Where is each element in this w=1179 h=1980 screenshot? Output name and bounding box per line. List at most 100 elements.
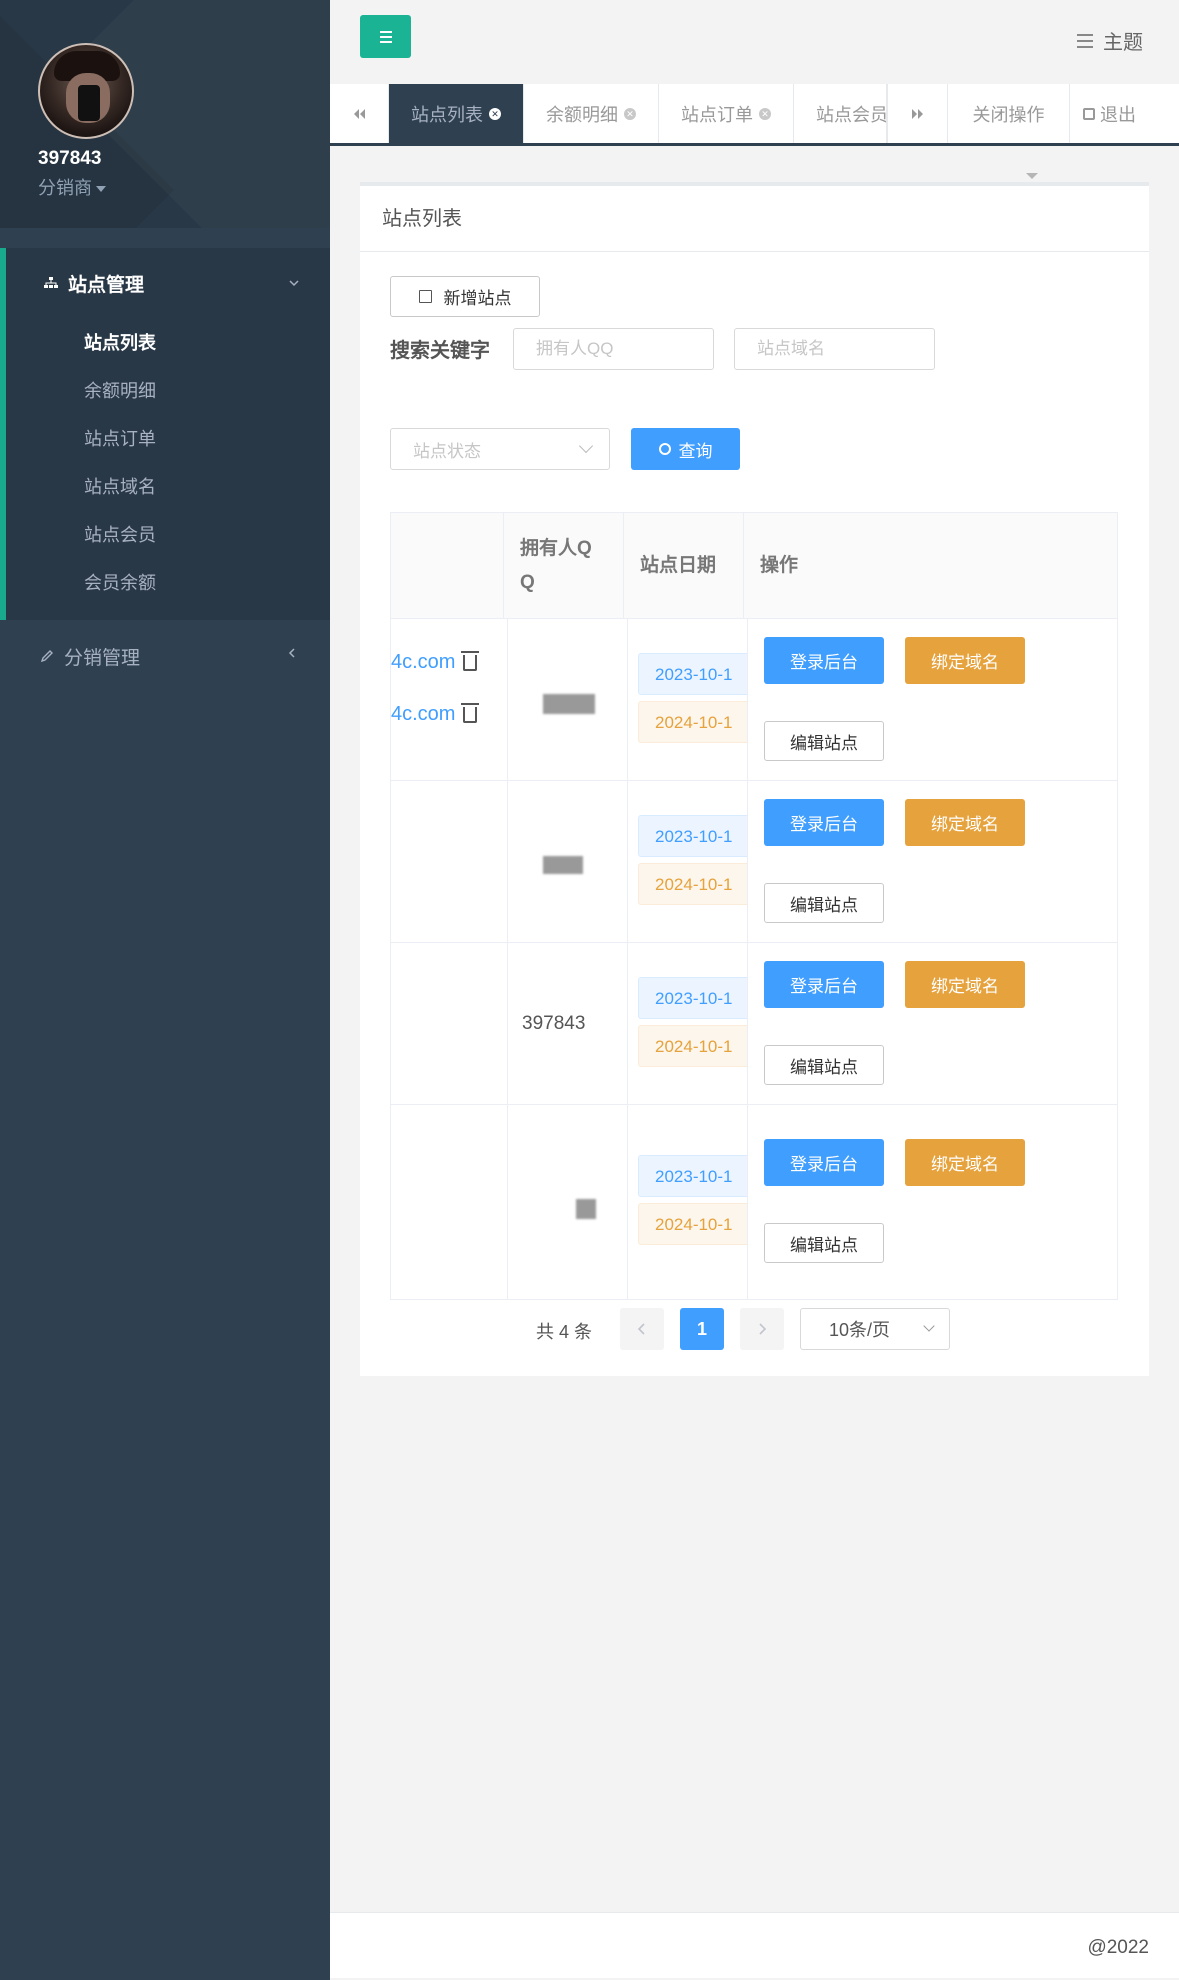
page-1-button[interactable]: 1 (680, 1308, 724, 1350)
close-icon[interactable]: ✕ (624, 107, 636, 120)
double-chevron-left-icon (354, 108, 365, 119)
tab-label: 站点订单 (681, 104, 753, 125)
tab-site-orders[interactable]: 站点订单 ✕ (659, 84, 794, 143)
owner-qq-input[interactable] (513, 328, 714, 370)
close-operations-button[interactable]: 关闭操作 (947, 84, 1069, 143)
domain-cell (391, 1105, 508, 1299)
date-start-tag: 2023-10-1 (638, 977, 747, 1019)
logout-icon (1083, 107, 1095, 120)
login-backend-button[interactable]: 登录后台 (764, 961, 884, 1008)
sidebar-item-site-members[interactable]: 站点会员 (6, 510, 330, 558)
table-header-cell (391, 513, 504, 619)
tab-label: 站点会员 (816, 104, 887, 125)
site-domain-input[interactable] (734, 328, 935, 370)
bind-domain-button[interactable]: 绑定域名 (905, 637, 1025, 684)
domain-entry[interactable]: 4c.com (391, 650, 480, 674)
close-icon[interactable]: ✕ (489, 107, 501, 120)
table-header-owner-qq: 拥有人Q Q (504, 513, 624, 619)
tab-site-members[interactable]: 站点会员 (794, 84, 887, 143)
chevron-left-icon (637, 1323, 645, 1335)
query-button[interactable]: 查询 (631, 428, 740, 470)
close-icon[interactable]: ✕ (759, 107, 771, 120)
nav-group-distribution: 分销管理 (0, 620, 330, 692)
login-backend-button[interactable]: 登录后台 (764, 799, 884, 846)
nav-group-label: 站点管理 (68, 274, 145, 296)
bind-domain-button[interactable]: 绑定域名 (905, 799, 1025, 846)
tabs-scroll-right-button[interactable] (887, 84, 947, 143)
domain-entry[interactable]: 4c.com (391, 702, 480, 726)
date-start-tag: 2023-10-1 (638, 653, 747, 695)
bind-domain-button[interactable]: 绑定域名 (905, 1139, 1025, 1186)
table-header: 拥有人Q Q 站点日期 操作 (391, 513, 1117, 619)
edit-site-button[interactable]: 编辑站点 (764, 721, 884, 761)
tab-site-list[interactable]: 站点列表 ✕ (389, 84, 524, 143)
date-end-tag: 2024-10-1 (638, 701, 747, 743)
search-label: 搜索关键字 (390, 340, 490, 362)
avatar[interactable] (38, 43, 134, 139)
sitemap-icon (42, 274, 60, 292)
logout-button[interactable]: 退出 (1069, 84, 1149, 143)
user-role-dropdown[interactable]: 分销商 (38, 174, 106, 200)
chevron-left-icon (288, 646, 302, 660)
sidebar-item-site-list[interactable]: 站点列表 (6, 318, 330, 366)
menu-toggle-button[interactable] (360, 15, 411, 58)
nav-group-site-management: 站点管理 站点列表 余额明细 站点订单 站点域名 站点会员 会员余额 (0, 248, 330, 620)
bind-domain-button[interactable]: 绑定域名 (905, 961, 1025, 1008)
chevron-down-icon (923, 1320, 935, 1332)
nav-group-distribution-header[interactable]: 分销管理 (0, 620, 330, 692)
chevron-right-icon (759, 1323, 767, 1335)
tab-label: 站点列表 (411, 104, 483, 125)
next-page-button[interactable] (740, 1308, 784, 1350)
query-label: 查询 (678, 441, 713, 461)
date-end-tag: 2024-10-1 (638, 863, 747, 905)
sidebar-nav: 站点管理 站点列表 余额明细 站点订单 站点域名 站点会员 会员余额 分销管理 (0, 248, 330, 692)
pencil-icon (38, 647, 56, 665)
date-start-tag: 2023-10-1 (638, 1155, 747, 1197)
owner-qq: 397843 (522, 1013, 586, 1034)
site-status-placeholder: 站点状态 (413, 441, 481, 461)
table-header-site-date: 站点日期 (624, 513, 744, 619)
top-bar: 主题 (330, 0, 1179, 84)
sidebar: 397843 分销商 站点管理 站点列表 余额明细 站点订单 站点域名 站点会员… (0, 0, 330, 1980)
tab-balance-detail[interactable]: 余额明细 ✕ (524, 84, 659, 143)
edit-icon (418, 290, 432, 303)
redacted-owner (543, 856, 583, 874)
tab-label: 余额明细 (546, 104, 618, 125)
date-cell: 2023-10-1 2024-10-1 (628, 943, 748, 1104)
sidebar-item-site-orders[interactable]: 站点订单 (6, 414, 330, 462)
owner-cell (508, 619, 628, 780)
page-size-select[interactable]: 10条/页 (800, 1308, 950, 1350)
owner-cell (508, 1105, 628, 1299)
site-status-select[interactable]: 站点状态 (390, 428, 610, 470)
trash-icon[interactable] (461, 702, 480, 723)
edit-site-button[interactable]: 编辑站点 (764, 1045, 884, 1085)
menu-icon (379, 30, 392, 33)
footer-text: @2022 (1087, 1937, 1149, 1958)
trash-icon[interactable] (461, 650, 480, 671)
tabs-scroll-left-button[interactable] (330, 84, 389, 143)
sidebar-item-site-domains[interactable]: 站点域名 (6, 462, 330, 510)
domain-link[interactable]: 4c.com (391, 651, 455, 674)
date-cell: 2023-10-1 2024-10-1 (628, 781, 748, 942)
domain-link[interactable]: 4c.com (391, 703, 455, 726)
edit-site-button[interactable]: 编辑站点 (764, 1223, 884, 1263)
table-row: 2023-10-1 2024-10-1 登录后台 绑定域名 编辑站点 (391, 1105, 1117, 1299)
date-cell: 2023-10-1 2024-10-1 (628, 619, 748, 780)
theme-button[interactable]: 主题 (1077, 26, 1143, 55)
login-backend-button[interactable]: 登录后台 (764, 1139, 884, 1186)
sidebar-item-member-balance[interactable]: 会员余额 (6, 558, 330, 606)
search-icon (658, 443, 671, 455)
add-site-button[interactable]: 新增站点 (390, 276, 540, 317)
nav-group-site-management-header[interactable]: 站点管理 (6, 248, 330, 318)
prev-page-button[interactable] (620, 1308, 664, 1350)
panel-title: 站点列表 (360, 186, 1149, 252)
table-header-actions: 操作 (760, 555, 799, 576)
sidebar-item-balance-detail[interactable]: 余额明细 (6, 366, 330, 414)
logout-label: 退出 (1100, 104, 1136, 125)
edit-site-button[interactable]: 编辑站点 (764, 883, 884, 923)
pagination: 共 4 条 1 10条/页 (360, 1306, 1149, 1350)
login-backend-button[interactable]: 登录后台 (764, 637, 884, 684)
date-cell: 2023-10-1 2024-10-1 (628, 1105, 748, 1299)
chevron-down-icon (288, 274, 302, 288)
theme-label: 主题 (1103, 32, 1143, 54)
